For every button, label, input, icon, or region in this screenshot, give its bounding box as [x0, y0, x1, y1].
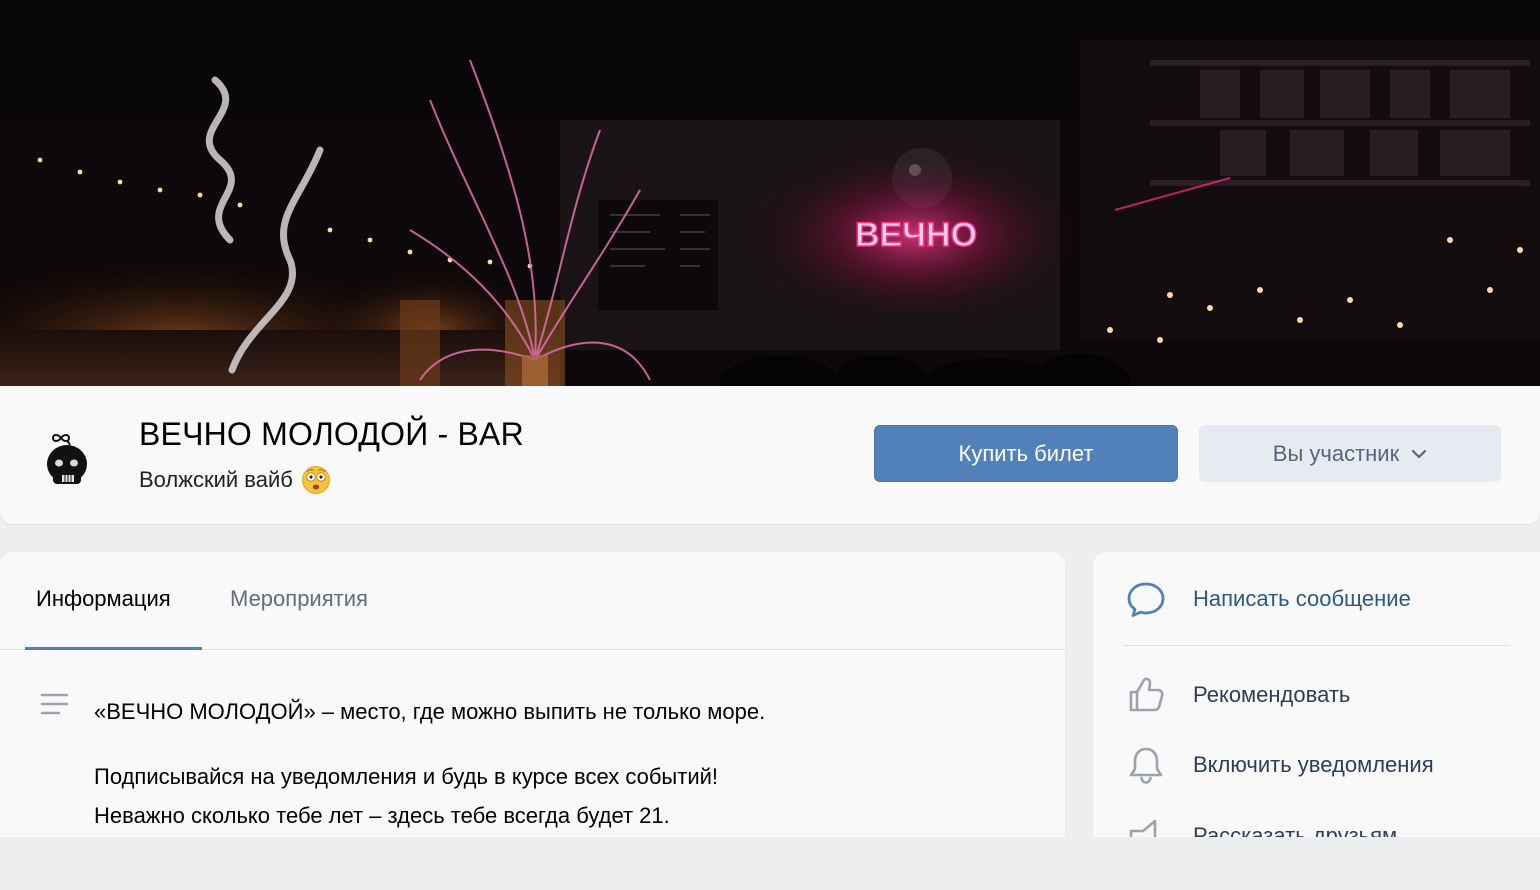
- cover-photo: ВЕЧНО: [0, 0, 1540, 386]
- actions-card: Написать сообщение Рекомендовать Включит…: [1093, 552, 1540, 852]
- description-lines-icon: [40, 693, 69, 715]
- description-line: «ВЕЧНО МОЛОДОЙ» – место, где можно выпит…: [94, 699, 766, 724]
- member-dropdown-button[interactable]: Вы участник: [1199, 425, 1501, 482]
- enable-notifications-action[interactable]: Включить уведомления: [1125, 743, 1434, 787]
- group-avatar[interactable]: [34, 426, 100, 492]
- info-tabs: Информация Мероприятия: [0, 552, 1065, 650]
- description-line: Подписывайся на уведомления и будь в кур…: [94, 764, 719, 789]
- group-status-text: Волжский вайб: [139, 467, 293, 492]
- skull-logo-icon: [47, 434, 87, 484]
- write-message-action[interactable]: Написать сообщение: [1125, 577, 1411, 621]
- group-status: Волжский вайб: [139, 465, 331, 495]
- tab-information[interactable]: Информация: [36, 586, 171, 612]
- tab-events[interactable]: Мероприятия: [230, 586, 368, 612]
- member-button-label: Вы участник: [1272, 440, 1400, 466]
- recommend-label: Рекомендовать: [1193, 682, 1351, 707]
- chevron-down-icon: [1412, 449, 1427, 458]
- chat-bubble-icon: [1127, 582, 1165, 617]
- write-message-label: Написать сообщение: [1193, 586, 1411, 611]
- page-bottom-background: [0, 837, 1540, 890]
- active-tab-indicator: [25, 647, 202, 650]
- bell-icon: [1129, 747, 1163, 784]
- enable-notifications-label: Включить уведомления: [1193, 752, 1434, 777]
- info-card: Информация Мероприятия «ВЕЧНО МОЛОДОЙ» –…: [0, 552, 1065, 852]
- recommend-action[interactable]: Рекомендовать: [1125, 673, 1350, 717]
- neon-sign: ВЕЧНО: [855, 216, 977, 254]
- actions-divider: [1123, 645, 1510, 646]
- group-name: ВЕЧНО МОЛОДОЙ - BAR: [139, 416, 524, 452]
- bar-interior-photo: ВЕЧНО: [0, 0, 1540, 386]
- group-description: «ВЕЧНО МОЛОДОЙ» – место, где можно выпит…: [94, 692, 765, 835]
- thumbs-up-icon: [1129, 677, 1164, 712]
- astonished-face-emoji-icon: [301, 466, 330, 494]
- description-line: Неважно сколько тебе лет – здесь тебе вс…: [94, 803, 670, 828]
- buy-ticket-button[interactable]: Купить билет: [874, 425, 1178, 482]
